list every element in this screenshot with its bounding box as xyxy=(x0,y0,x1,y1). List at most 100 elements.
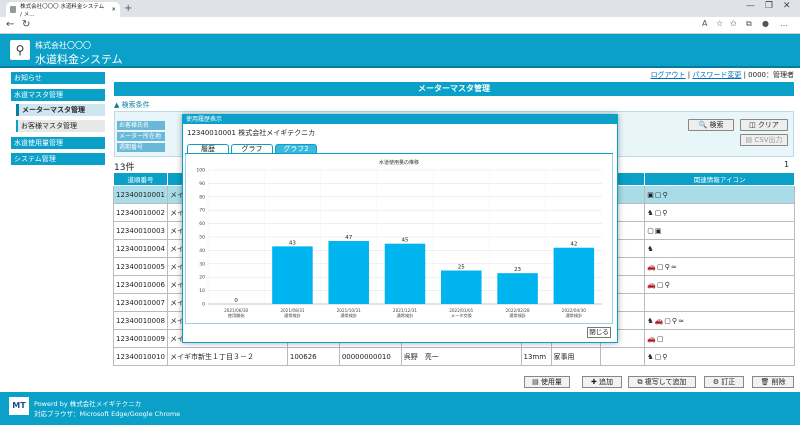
wave-icon: ≈ xyxy=(670,262,678,271)
bar xyxy=(328,241,369,304)
dog-icon: ♞ xyxy=(647,352,655,361)
sidebar-item-water-master[interactable]: 水道マスタ管理 xyxy=(11,89,105,101)
x-subcategory-label: メータ交換 xyxy=(451,312,473,319)
y-tick-label: 0 xyxy=(202,302,205,308)
system-name: 水道料金システム xyxy=(35,53,123,66)
y-tick-label: 80 xyxy=(199,194,205,200)
related-icons[interactable] xyxy=(644,293,795,312)
x-subcategory-label: 通常検針 xyxy=(284,312,302,319)
y-tick-label: 60 xyxy=(199,221,205,227)
csv-icon: ▤ xyxy=(745,136,753,144)
cell: 呉野 亮一 xyxy=(400,347,522,366)
cell-route-number: 12340010001 xyxy=(113,185,168,204)
delete-button-label: 削除 xyxy=(771,378,786,386)
delete-button[interactable]: 🗑 削除 xyxy=(752,376,794,388)
change-password-link[interactable]: パスワード変更 xyxy=(692,71,741,79)
related-icons[interactable]: ♞🚗▢⚲≈ xyxy=(644,311,795,330)
related-icons[interactable]: ▣▢⚲ xyxy=(644,185,795,204)
current-user: | 0000：管理者 xyxy=(741,71,794,79)
related-icons[interactable]: ♞ xyxy=(644,239,795,258)
related-icons[interactable]: 🚗▢⚲ xyxy=(644,275,795,294)
top-links: ログアウト | パスワード変更 | 0000：管理者 xyxy=(651,70,794,80)
add-button[interactable]: ✚ 追加 xyxy=(582,376,622,388)
favorites-icon[interactable]: ✩ xyxy=(730,19,737,28)
bar xyxy=(441,270,482,304)
sidebar-item-water-usage[interactable]: 水道使用量管理 xyxy=(11,137,105,149)
cell-route-number: 12340010005 xyxy=(113,257,168,276)
meter-location-label: メーター所在地 xyxy=(117,132,165,141)
bar xyxy=(497,273,538,304)
logout-link[interactable]: ログアウト xyxy=(651,71,686,79)
bar-value-label: 42 xyxy=(570,242,577,248)
new-tab-button[interactable]: + xyxy=(124,3,132,14)
collections-icon[interactable]: ⧉ xyxy=(746,19,752,29)
window-close-icon[interactable]: ✕ xyxy=(783,1,791,11)
bar-value-label: 25 xyxy=(458,265,465,271)
sidebar-item-system[interactable]: システム管理 xyxy=(11,153,105,165)
document-icon: ▢ xyxy=(664,316,672,325)
page-title: メーターマスタ管理 xyxy=(114,82,794,96)
related-icons[interactable]: ♞▢⚲ xyxy=(644,203,795,222)
related-icons[interactable]: 🚗▢⚲≈ xyxy=(644,257,795,276)
wave-icon: ≈ xyxy=(678,316,685,325)
bar-value-label: 23 xyxy=(514,267,521,273)
page-number[interactable]: 1 xyxy=(784,160,789,169)
company-logo-icon: MT xyxy=(9,397,29,415)
more-icon[interactable]: … xyxy=(780,19,788,28)
copy-icon: ⧉ xyxy=(637,378,643,386)
minimize-icon[interactable]: — xyxy=(746,1,755,11)
car-icon: 🚗 xyxy=(647,280,658,289)
document-icon: ▢ xyxy=(654,190,663,199)
sidebar-item-meter-master[interactable]: メーターマスタ管理 xyxy=(16,104,105,116)
cell-route-number: 12340010009 xyxy=(113,329,168,348)
y-tick-label: 40 xyxy=(199,248,205,254)
bar xyxy=(553,247,595,304)
car-icon: 🚗 xyxy=(647,262,658,271)
csv-button[interactable]: ▤ CSV出力 xyxy=(740,134,788,146)
maximize-icon[interactable]: ❐ xyxy=(765,1,773,11)
chart-title: 水道使用量の推移 xyxy=(379,159,419,166)
clear-button-label: クリア xyxy=(757,121,779,129)
profile-icon[interactable]: ● xyxy=(762,19,769,28)
related-icons[interactable]: ▢▣ xyxy=(644,221,795,240)
document-icon: ▢ xyxy=(657,262,665,271)
sidebar-item-customer-master[interactable]: お客様マスタ管理 xyxy=(16,120,105,132)
reload-icon[interactable]: ↻ xyxy=(22,19,30,30)
usage-button[interactable]: ▤ 使用量 xyxy=(524,376,570,388)
usage-button-label: 使用量 xyxy=(540,378,562,386)
usage-chart: 水道使用量の推移 0102030405060708090100 02021/06… xyxy=(196,159,602,319)
search-condition-toggle[interactable]: ▲ 検索条件 xyxy=(114,100,794,110)
cell: 家事用 xyxy=(550,347,602,366)
back-icon[interactable]: ← xyxy=(6,19,14,30)
car-icon: 🚗 xyxy=(647,334,658,343)
close-tab-icon[interactable]: ✕ xyxy=(111,7,116,13)
y-tick-label: 10 xyxy=(199,288,205,294)
search-icon: 🔍 xyxy=(698,121,708,129)
browser-tab[interactable]: 株式会社〇〇〇 水道料金システム / メ... ✕ xyxy=(6,2,120,18)
star-icon[interactable]: ☆ xyxy=(716,19,723,28)
meter-icon: ▣ xyxy=(654,226,663,235)
edit-button[interactable]: ⚙ 訂正 xyxy=(704,376,744,388)
related-icons[interactable]: ♞▢⚲ xyxy=(644,347,795,366)
x-subcategory-label: 通常検針 xyxy=(340,312,358,319)
related-icons[interactable]: 🚗▢ xyxy=(644,329,795,348)
sidebar-item-notices[interactable]: お知らせ xyxy=(11,72,105,84)
copy-add-button[interactable]: ⧉ 複写して追加 xyxy=(628,376,696,388)
chart-container: 水道使用量の推移 0 10 20 30 40 50 60 70 80 90 100 0 2021/06… xyxy=(185,154,613,324)
search-button-label: 検索 xyxy=(709,121,724,129)
document-icon: ▢ xyxy=(657,334,665,343)
y-tick-label: 30 xyxy=(199,261,205,267)
usage-icon: ▤ xyxy=(532,378,539,386)
col-route-number[interactable]: 道順番号 xyxy=(113,172,168,186)
table-row[interactable]: 12340010010 メイギ市新生１丁目３－２ 100626 00000000010… xyxy=(113,347,795,366)
bar-value-label: 47 xyxy=(345,235,352,241)
clear-button[interactable]: ◫ クリア xyxy=(740,119,788,131)
close-button[interactable]: 閉じる xyxy=(587,327,611,338)
pin-icon: ⚲ xyxy=(662,352,669,361)
x-subcategory-label: 通常検針 xyxy=(565,312,583,319)
faucet-logo-icon: ⚲ xyxy=(10,40,30,60)
read-aloud-icon[interactable]: A xyxy=(702,19,707,28)
csv-button-label: CSV出力 xyxy=(754,136,783,144)
url-field[interactable] xyxy=(40,19,690,32)
search-button[interactable]: 🔍 検索 xyxy=(688,119,734,131)
